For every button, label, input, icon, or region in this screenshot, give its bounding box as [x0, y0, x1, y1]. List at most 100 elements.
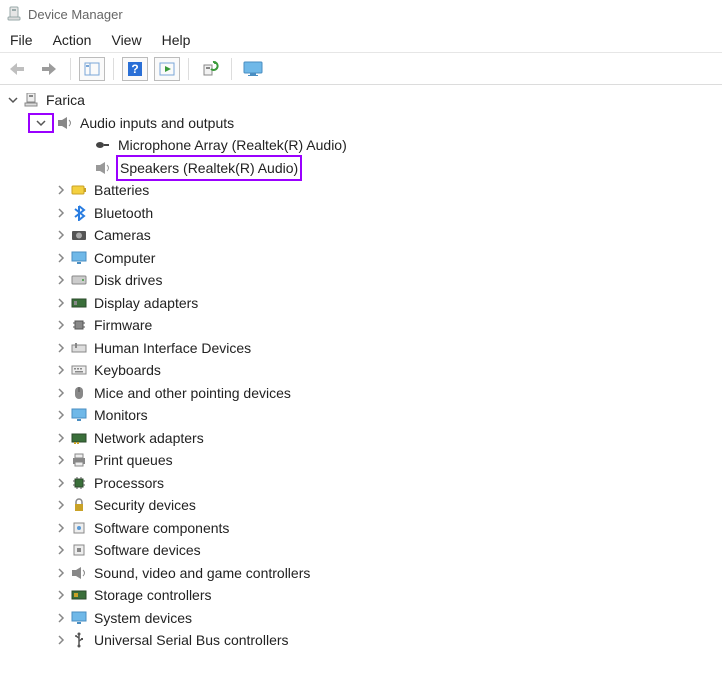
toolbar: ? [0, 53, 722, 85]
tree-label-monitors: Monitors [94, 404, 148, 426]
printer-icon [70, 452, 88, 468]
tree-label-bluetooth: Bluetooth [94, 202, 153, 224]
tree-node-processors[interactable]: Processors [6, 472, 722, 495]
chevron-right-icon[interactable] [54, 251, 68, 265]
tree-label-hid: Human Interface Devices [94, 337, 251, 359]
chevron-right-icon[interactable] [54, 543, 68, 557]
network-icon [70, 430, 88, 446]
chevron-right-icon[interactable] [54, 633, 68, 647]
chevron-right-icon[interactable] [54, 611, 68, 625]
chevron-right-icon[interactable] [54, 431, 68, 445]
usb-icon [70, 632, 88, 648]
camera-icon [70, 227, 88, 243]
tree-node-usb[interactable]: Universal Serial Bus controllers [6, 629, 722, 652]
mouse-icon [70, 385, 88, 401]
tree-node-diskdrives[interactable]: Disk drives [6, 269, 722, 292]
chevron-right-icon[interactable] [54, 183, 68, 197]
scan-hardware-button[interactable] [197, 57, 223, 81]
monitor-icon [70, 407, 88, 423]
tree-node-system[interactable]: System devices [6, 607, 722, 630]
monitor-icon [70, 250, 88, 266]
computer-icon [22, 92, 40, 108]
tree-node-monitors[interactable]: Monitors [6, 404, 722, 427]
chevron-right-icon[interactable] [54, 453, 68, 467]
chevron-right-icon[interactable] [54, 588, 68, 602]
window-title: Device Manager [28, 7, 123, 22]
tree-node-swdev[interactable]: Software devices [6, 539, 722, 562]
monitor-button[interactable] [240, 57, 266, 81]
battery-icon [70, 182, 88, 198]
app-icon [6, 6, 22, 22]
chevron-right-icon[interactable] [54, 318, 68, 332]
toolbar-sep-2 [113, 58, 114, 80]
tree-leaf-microphone[interactable]: Microphone Array (Realtek(R) Audio) [6, 134, 722, 157]
showhide-tree-button[interactable] [79, 57, 105, 81]
tree-label-network: Network adapters [94, 427, 204, 449]
tree-node-hid[interactable]: Human Interface Devices [6, 337, 722, 360]
tree-node-network[interactable]: Network adapters [6, 427, 722, 450]
chevron-right-icon[interactable] [54, 363, 68, 377]
chevron-right-icon[interactable] [54, 476, 68, 490]
tree-node-cameras[interactable]: Cameras [6, 224, 722, 247]
chevron-right-icon[interactable] [54, 498, 68, 512]
tree-label-cameras: Cameras [94, 224, 151, 246]
chevron-right-icon[interactable] [54, 521, 68, 535]
tree-node-bluetooth[interactable]: Bluetooth [6, 202, 722, 225]
tree-node-audio[interactable]: Audio inputs and outputs [6, 112, 722, 135]
bluetooth-icon [70, 205, 88, 221]
tree-node-storage[interactable]: Storage controllers [6, 584, 722, 607]
tree-root[interactable]: Farica [6, 89, 722, 112]
tree-node-mice[interactable]: Mice and other pointing devices [6, 382, 722, 405]
tree-node-firmware[interactable]: Firmware [6, 314, 722, 337]
display-adapter-icon [70, 295, 88, 311]
menu-view[interactable]: View [111, 32, 141, 48]
software-device-icon [70, 542, 88, 558]
chevron-right-icon[interactable] [54, 206, 68, 220]
lock-icon [70, 497, 88, 513]
device-tree: Farica Audio inputs and outputs Micropho… [0, 85, 722, 662]
tree-label-diskdrives: Disk drives [94, 269, 162, 291]
chevron-right-icon[interactable] [54, 386, 68, 400]
tree-node-swcomp[interactable]: Software components [6, 517, 722, 540]
tree-label-computer: Computer [94, 247, 155, 269]
speaker-icon [70, 565, 88, 581]
action-button[interactable] [154, 57, 180, 81]
chevron-right-icon[interactable] [54, 273, 68, 287]
titlebar: Device Manager [0, 0, 722, 28]
menu-file[interactable]: File [10, 32, 33, 48]
back-button[interactable] [4, 57, 30, 81]
help-button[interactable]: ? [122, 57, 148, 81]
tree-label-display: Display adapters [94, 292, 198, 314]
tree-node-printq[interactable]: Print queues [6, 449, 722, 472]
tree-node-batteries[interactable]: Batteries [6, 179, 722, 202]
chevron-right-icon[interactable] [54, 408, 68, 422]
chevron-right-icon[interactable] [54, 341, 68, 355]
keyboard-icon [70, 362, 88, 378]
tree-label-swcomp: Software components [94, 517, 229, 539]
tree-node-display[interactable]: Display adapters [6, 292, 722, 315]
forward-button[interactable] [36, 57, 62, 81]
chevron-down-icon[interactable] [6, 93, 20, 107]
chevron-right-icon[interactable] [54, 566, 68, 580]
chevron-right-icon[interactable] [54, 296, 68, 310]
chevron-right-icon[interactable] [54, 228, 68, 242]
hid-icon [70, 340, 88, 356]
tree-node-computer[interactable]: Computer [6, 247, 722, 270]
chevron-down-icon[interactable] [28, 113, 54, 133]
menubar: File Action View Help [0, 28, 722, 53]
tree-label-mice: Mice and other pointing devices [94, 382, 291, 404]
tree-label-swdev: Software devices [94, 539, 201, 561]
tree-label-batteries: Batteries [94, 179, 149, 201]
tree-node-keyboards[interactable]: Keyboards [6, 359, 722, 382]
menu-help[interactable]: Help [162, 32, 191, 48]
tree-leaf-speakers[interactable]: Speakers (Realtek(R) Audio) [6, 157, 722, 180]
tree-label-storage: Storage controllers [94, 584, 212, 606]
tree-node-sound[interactable]: Sound, video and game controllers [6, 562, 722, 585]
tree-label-firmware: Firmware [94, 314, 152, 336]
tree-label-processors: Processors [94, 472, 164, 494]
tree-label-keyboards: Keyboards [94, 359, 161, 381]
tree-node-security[interactable]: Security devices [6, 494, 722, 517]
microphone-icon [94, 137, 112, 153]
menu-action[interactable]: Action [53, 32, 92, 48]
tree-label-security: Security devices [94, 494, 196, 516]
